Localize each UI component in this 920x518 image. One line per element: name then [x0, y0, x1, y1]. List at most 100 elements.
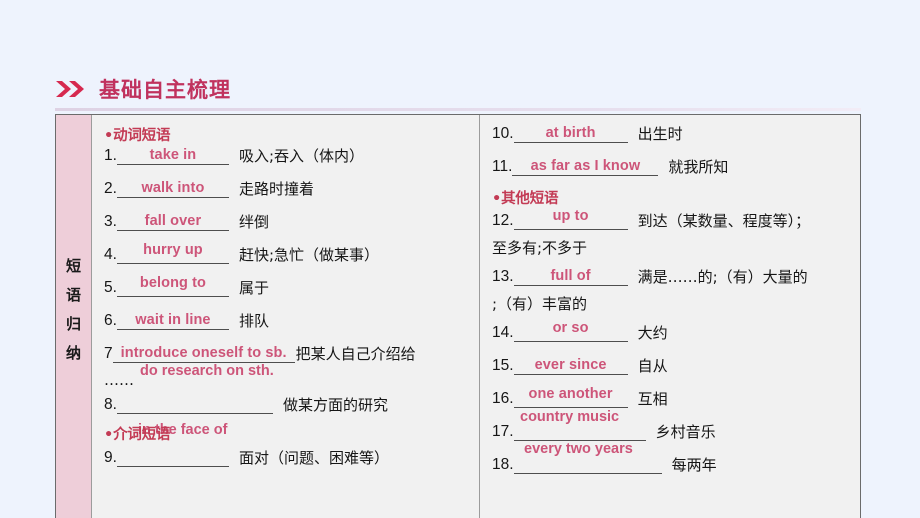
- meaning-text: 属于: [238, 279, 269, 297]
- entry-number: 5.: [104, 279, 117, 296]
- meaning-text: 面对（问题、困难等）: [238, 449, 389, 467]
- entry-number: 8.: [104, 396, 117, 413]
- entry-18: 18. 每两年: [492, 455, 717, 474]
- answer-blank: introduce oneself to sb.: [112, 344, 295, 363]
- entry-2: 2. walk into 走路时撞着: [104, 179, 314, 198]
- meaning-text: 到达（某数量、程度等）；: [637, 212, 811, 230]
- entry-number: 6.: [104, 312, 117, 329]
- entry-11: 11. as far as I know 就我所知: [492, 157, 728, 176]
- answer-text: walk into: [141, 180, 205, 196]
- phrase-summary-table: 短 语 归 纳 •动词短语 1. take in 吸入;吞入（体内） 2. wa…: [55, 114, 861, 518]
- answer-blank: take in: [116, 146, 229, 165]
- answer-text: ever since: [534, 357, 607, 373]
- answer-blank: [513, 455, 662, 474]
- category-verb-phrases: •动词短语: [104, 128, 171, 144]
- answer-text: wait in line: [135, 312, 211, 328]
- meaning-text: 就我所知: [668, 158, 729, 176]
- entry-7-continuation: ……: [104, 371, 134, 389]
- entry-number: 1.: [104, 147, 117, 164]
- answer-text: introduce oneself to sb.: [120, 345, 287, 361]
- meaning-text: 做某方面的研究: [282, 396, 388, 414]
- row-label-char-3: 归: [65, 314, 81, 333]
- meaning-text: 互相: [637, 390, 668, 408]
- entry-10: 10. at birth 出生时: [492, 124, 683, 143]
- answer-text: full of: [550, 268, 591, 284]
- entry-5: 5. belong to 属于: [104, 275, 269, 297]
- entry-8-answer-floating: do research on sth.: [140, 363, 274, 379]
- double-chevron-right-icon: [55, 79, 89, 99]
- heading-divider: [55, 108, 861, 111]
- meaning-text: 大约: [637, 324, 668, 342]
- entry-number: 18.: [492, 456, 514, 473]
- entry-12: 12. up to 到达（某数量、程度等）；: [492, 208, 811, 230]
- entry-number: 15.: [492, 357, 514, 374]
- entry-14: 14. or so 大约: [492, 320, 668, 342]
- entry-17: 17. 乡村音乐: [492, 422, 716, 441]
- entry-number: 11.: [492, 158, 513, 175]
- answer-blank: or so: [513, 320, 628, 342]
- row-label-char-1: 短: [65, 256, 81, 275]
- entry-8: 8. 做某方面的研究: [104, 395, 388, 414]
- meaning-text: 乡村音乐: [655, 423, 716, 441]
- meaning-text: 把某人自己介绍给: [295, 345, 416, 363]
- answer-blank: at birth: [513, 124, 628, 143]
- answer-blank: ever since: [513, 356, 628, 375]
- entry-number: 16.: [492, 390, 514, 407]
- row-label-phrase-summary: 短 语 归 纳: [56, 115, 92, 518]
- entry-6: 6. wait in line 排队: [104, 311, 269, 330]
- category-preposition-phrases: •介词短语: [104, 427, 171, 443]
- meaning-text: 排队: [238, 312, 269, 330]
- entry-13: 13. full of 满是……的;（有）大量的: [492, 267, 808, 286]
- answer-blank: wait in line: [116, 311, 229, 330]
- entry-number: 3.: [104, 213, 117, 230]
- answer-blank: full of: [513, 267, 628, 286]
- right-column: 10. at birth 出生时 11. as far as I know 就我…: [480, 115, 860, 518]
- entry-number: 7: [104, 345, 113, 362]
- answer-text: as far as I know: [530, 158, 641, 174]
- entry-12-meaning-continuation: 至多有;不多于: [492, 239, 588, 257]
- answer-blank: hurry up: [116, 242, 229, 264]
- answer-text: or so: [552, 320, 589, 336]
- entry-13-meaning-continuation: ;（有）丰富的: [492, 295, 588, 313]
- entry-3: 3. fall over 绊倒: [104, 212, 269, 231]
- category-other-phrases: •其他短语: [492, 191, 559, 207]
- answer-text: fall over: [144, 213, 202, 229]
- meaning-text: 绊倒: [238, 213, 269, 231]
- answer-blank: one another: [513, 386, 628, 408]
- entry-number: 14.: [492, 324, 514, 341]
- row-label-char-2: 语: [65, 285, 81, 304]
- answer-blank: as far as I know: [512, 157, 659, 176]
- answer-text: take in: [149, 147, 197, 163]
- answer-blank: belong to: [116, 275, 229, 297]
- entry-number: 12.: [492, 212, 514, 229]
- answer-blank: up to: [513, 208, 628, 230]
- entry-number: 10.: [492, 125, 514, 142]
- meaning-text: 赶快;急忙（做某事）: [238, 246, 379, 264]
- entry-9: 9. 面对（问题、困难等）: [104, 448, 389, 467]
- entry-number: 2.: [104, 180, 117, 197]
- meaning-text: 自从: [637, 357, 668, 375]
- meaning-text: 走路时撞着: [238, 180, 314, 198]
- meaning-text: 每两年: [671, 456, 717, 474]
- entry-number: 9.: [104, 449, 117, 466]
- entry-7: 7 introduce oneself to sb. 把某人自己介绍给: [104, 344, 416, 363]
- row-label-char-4: 纳: [65, 343, 81, 362]
- answer-text: hurry up: [143, 242, 203, 258]
- answer-blank: [116, 448, 229, 467]
- page-title: 基础自主梳理: [99, 79, 231, 102]
- answer-blank: [116, 395, 273, 414]
- entry-number: 17.: [492, 423, 514, 440]
- answer-text: one another: [528, 386, 613, 402]
- meaning-text: 吸入;吞入（体内）: [238, 147, 364, 165]
- entry-number: 13.: [492, 268, 514, 285]
- entry-15: 15. ever since 自从: [492, 356, 668, 375]
- answer-text: up to: [552, 208, 589, 224]
- entry-16: 16. one another 互相: [492, 386, 668, 408]
- answer-blank: walk into: [116, 179, 229, 198]
- answer-text: at birth: [545, 125, 596, 141]
- entry-4: 4. hurry up 赶快;急忙（做某事）: [104, 242, 379, 264]
- left-column: •动词短语 1. take in 吸入;吞入（体内） 2. walk into …: [92, 115, 480, 518]
- entry-1: 1. take in 吸入;吞入（体内）: [104, 146, 364, 165]
- answer-blank: fall over: [116, 212, 229, 231]
- entry-number: 4.: [104, 246, 117, 263]
